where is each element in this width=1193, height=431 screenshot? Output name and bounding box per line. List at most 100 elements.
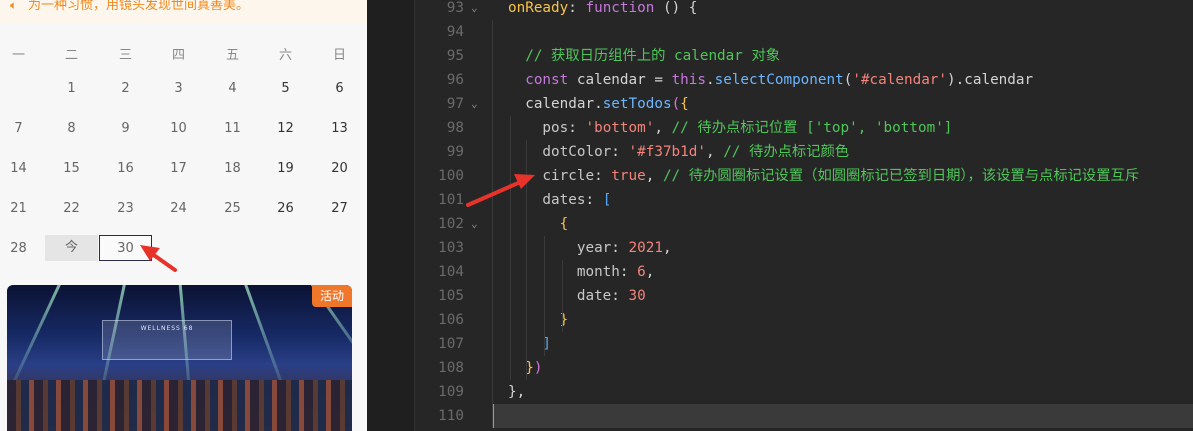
code-token: setTodos <box>602 96 672 112</box>
line-number: 105 <box>438 288 464 304</box>
calendar-day[interactable]: 28 <box>0 236 45 262</box>
code-line[interactable]: 109}, <box>367 380 1193 404</box>
code-line[interactable]: 99 dotColor: '#f37b1d', // 待办点标记颜色 <box>367 140 1193 164</box>
line-number: 95 <box>446 48 464 64</box>
calendar-day[interactable]: 4 <box>206 76 259 102</box>
code-token: . <box>706 72 715 88</box>
calendar-day[interactable]: 25 <box>206 196 259 222</box>
calendar-day[interactable]: 14 <box>0 156 45 182</box>
calendar-day-today[interactable]: 今 <box>45 235 98 261</box>
code-token: circle <box>508 168 595 184</box>
code-token: , <box>662 240 672 256</box>
code-line[interactable]: 93 ⌄ onReady: function () { <box>367 0 1193 20</box>
code-line[interactable]: 104 month: 6, <box>367 260 1193 284</box>
code-text: const calendar = this.selectComponent('#… <box>508 68 1033 92</box>
code-line[interactable]: 95 // 获取日历组件上的 calendar 对象 <box>367 44 1193 68</box>
calendar-day[interactable]: 3 <box>152 76 205 102</box>
code-line[interactable]: 107 ] <box>367 332 1193 356</box>
code-token: selectComponent <box>714 72 844 88</box>
fold-chevron-icon[interactable]: ⌄ <box>471 188 478 212</box>
code-line[interactable]: 103 year: 2021, <box>367 236 1193 260</box>
code-token: [ <box>602 192 612 208</box>
code-token: // 获取日历组件上的 calendar 对象 <box>508 48 781 64</box>
code-token: { <box>508 216 569 232</box>
calendar-day[interactable]: 21 <box>0 196 45 222</box>
code-line[interactable]: 97 ⌄ calendar.setTodos({ <box>367 92 1193 116</box>
notice-bar: 🔈︎ 为一种习惯，用镜头发现世间真善美。 <box>0 0 367 24</box>
calendar-day[interactable]: 22 <box>45 196 98 222</box>
calendar-day[interactable]: 8 <box>45 116 98 142</box>
code-token: year <box>508 240 612 256</box>
line-number: 93 <box>446 0 464 16</box>
calendar-day[interactable]: 26 <box>259 196 312 222</box>
code-line[interactable]: 110 <box>367 404 1193 428</box>
code-token: { <box>680 96 689 112</box>
code-line[interactable]: 100 circle: true, // 待办圆圈标记设置（如圆圈标记已签到日期… <box>367 164 1193 188</box>
calendar-day[interactable]: 19 <box>259 156 312 182</box>
calendar-day[interactable]: 15 <box>45 156 98 182</box>
stage-text: WELLNESS 68 <box>140 325 194 332</box>
code-token: , <box>645 168 663 184</box>
code-line[interactable]: 106 } <box>367 308 1193 332</box>
weekday-header: 六 <box>278 48 292 63</box>
code-token: , <box>705 144 724 160</box>
code-text: calendar.setTodos({ <box>508 92 689 116</box>
code-token: () { <box>654 0 698 16</box>
code-token: } <box>508 360 534 376</box>
code-line[interactable]: 105 date: 30 <box>367 284 1193 308</box>
code-token: : <box>594 168 612 184</box>
line-number: 102 <box>438 216 464 232</box>
code-token: dotColor <box>508 144 612 160</box>
weekday-header: 五 <box>225 48 239 63</box>
calendar-day[interactable]: 18 <box>206 156 259 182</box>
calendar-day[interactable]: 7 <box>0 116 45 142</box>
code-token: : <box>611 144 629 160</box>
code-editor[interactable]: 93 ⌄ onReady: function () {94 95 // 获取日历组件上… <box>367 0 1193 431</box>
calendar-day[interactable]: 1 <box>45 76 98 102</box>
code-token: : <box>568 120 586 136</box>
code-token: }, <box>508 384 526 400</box>
code-line[interactable]: 108 }) <box>367 356 1193 380</box>
code-line[interactable]: 94 <box>367 20 1193 44</box>
code-line[interactable]: 102 ⌄ { <box>367 212 1193 236</box>
code-token: // 待办点标记位置 ['top', 'bottom'] <box>671 120 953 136</box>
notice-text: 为一种习惯，用镜头发现世间真善美。 <box>28 0 250 13</box>
calendar-day[interactable]: 23 <box>99 196 152 222</box>
code-line[interactable]: 101 ⌄ dates: [ <box>367 188 1193 212</box>
calendar-day[interactable]: 10 <box>152 116 205 142</box>
code-line[interactable]: 96 const calendar = this.selectComponent… <box>367 68 1193 92</box>
code-text: date: 30 <box>508 284 646 308</box>
calendar-day[interactable]: 27 <box>313 196 366 222</box>
calendar-day[interactable]: 6 <box>313 76 366 102</box>
calendar-day[interactable]: 12 <box>259 116 312 142</box>
calendar-day[interactable]: 24 <box>152 196 205 222</box>
code-token: pos <box>508 120 569 136</box>
weekday-header: 日 <box>332 48 346 63</box>
line-number: 101 <box>438 192 464 208</box>
code-token: calendar. <box>508 96 603 112</box>
code-token: ) <box>533 360 543 376</box>
code-text: circle: true, // 待办圆圈标记设置（如圆圈标记已签到日期），该设… <box>508 164 1139 188</box>
code-token: month <box>508 264 620 280</box>
fold-chevron-icon[interactable]: ⌄ <box>471 0 478 20</box>
code-token: : <box>611 240 629 256</box>
fold-chevron-icon[interactable]: ⌄ <box>471 212 478 236</box>
calendar-day[interactable]: 17 <box>152 156 205 182</box>
calendar-day[interactable]: 20 <box>313 156 366 182</box>
code-text: { <box>508 212 569 236</box>
event-card[interactable]: WELLNESS 68 活动 <box>7 285 352 431</box>
calendar-day[interactable]: 16 <box>99 156 152 182</box>
calendar-day[interactable]: 13 <box>313 116 366 142</box>
calendar-day-selected[interactable]: 30 <box>99 235 152 261</box>
calendar-day[interactable]: 11 <box>206 116 259 142</box>
code-line[interactable]: 98 pos: 'bottom', // 待办点标记位置 ['top', 'bo… <box>367 116 1193 140</box>
code-token: : <box>619 264 638 280</box>
calendar-day[interactable]: 2 <box>99 76 152 102</box>
code-token: '#f37b1d' <box>628 144 706 160</box>
calendar-day[interactable]: 9 <box>99 116 152 142</box>
code-token: : <box>585 192 603 208</box>
code-token: onReady <box>508 0 569 16</box>
fold-chevron-icon[interactable]: ⌄ <box>471 92 478 116</box>
line-number: 103 <box>438 240 464 256</box>
calendar-day[interactable]: 5 <box>259 76 312 102</box>
